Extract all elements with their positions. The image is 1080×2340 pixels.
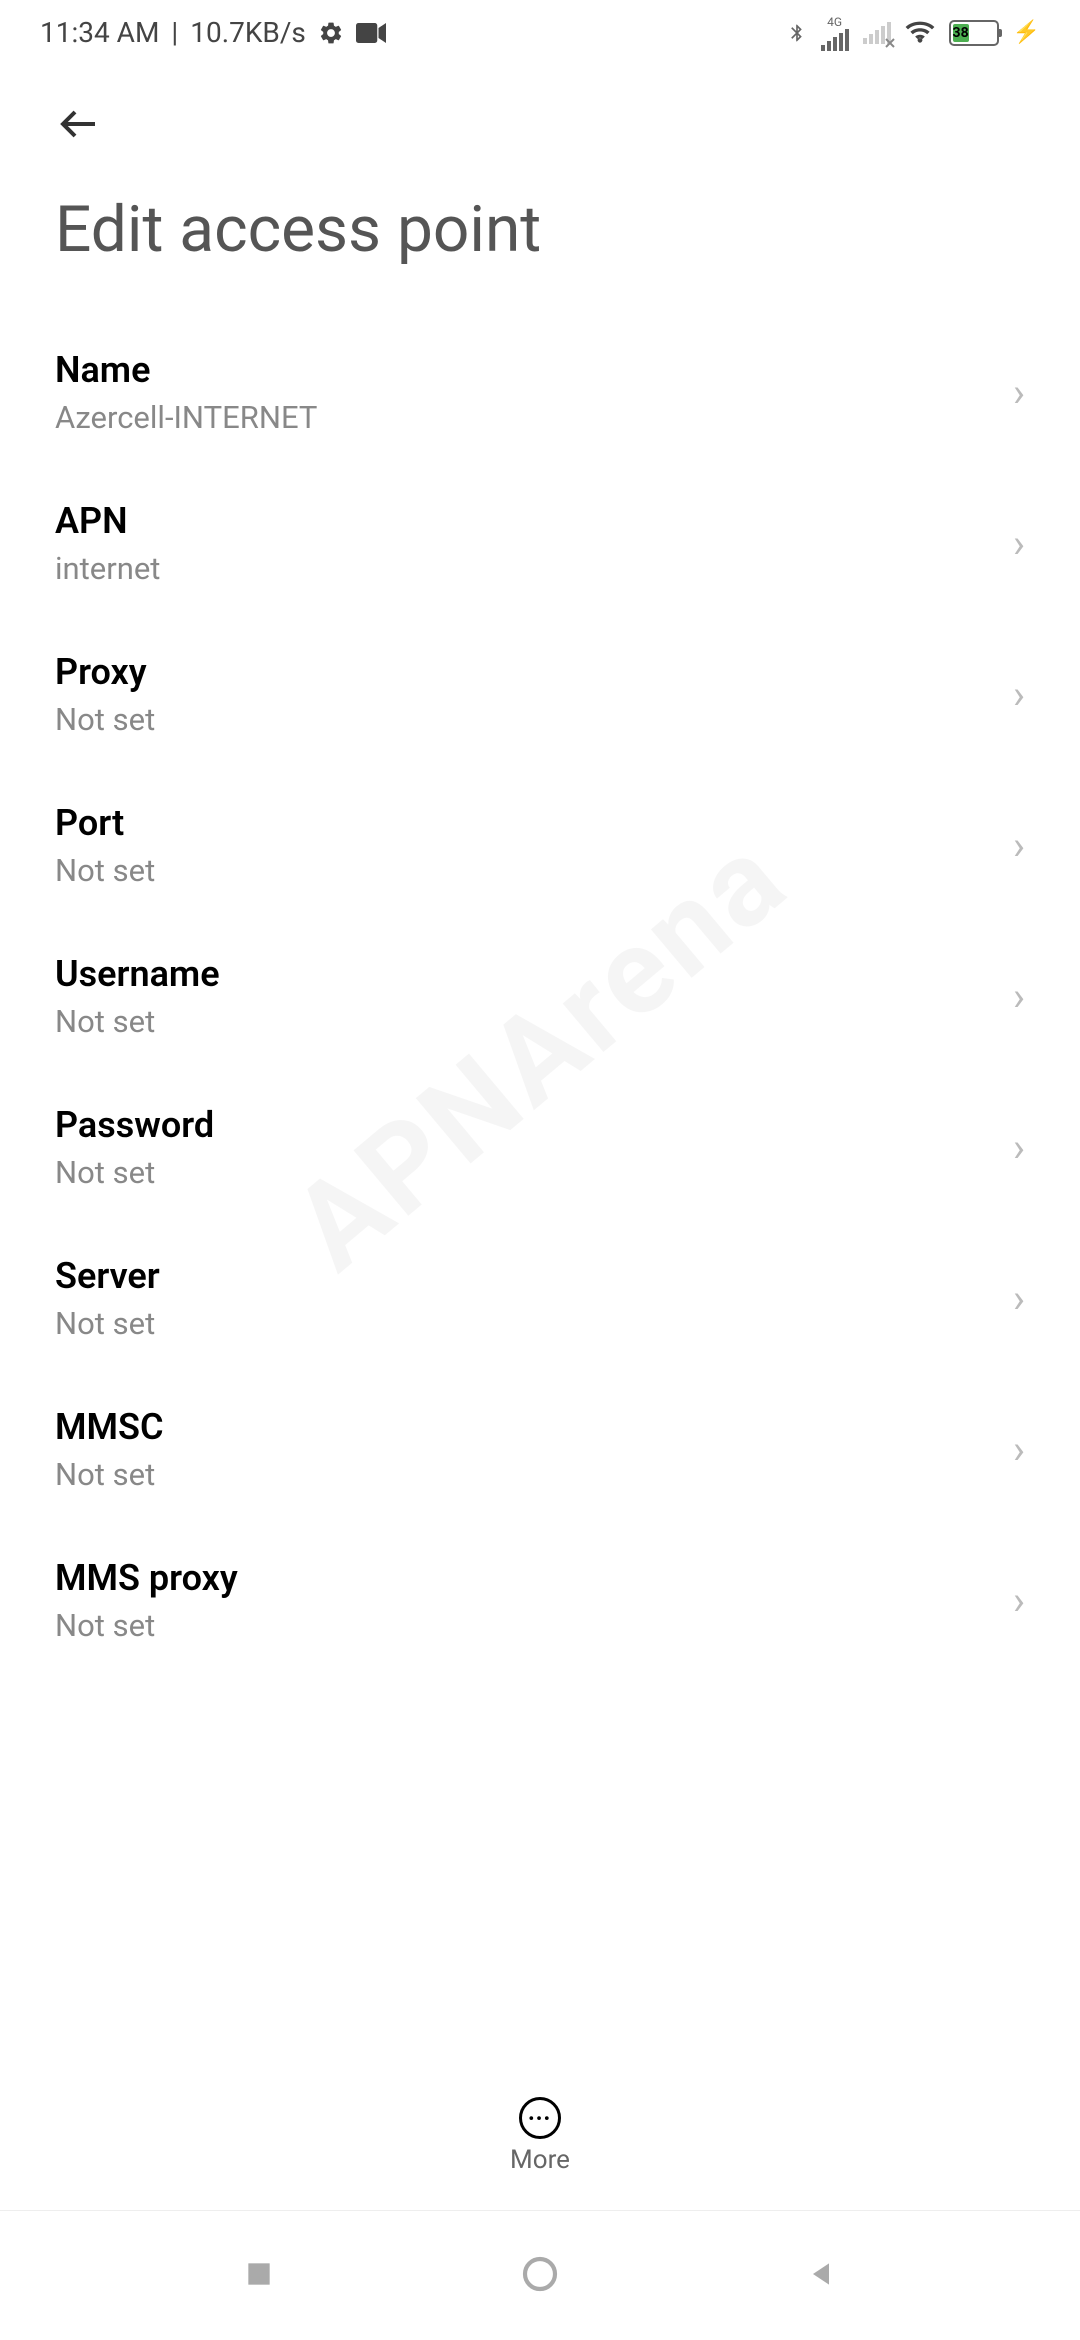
chevron-right-icon: › [1013, 1124, 1025, 1171]
setting-label: APN [55, 500, 1013, 542]
setting-item-apn[interactable]: APN internet › [0, 468, 1080, 619]
back-arrow-icon [55, 100, 103, 148]
setting-value: Not set [55, 1456, 1013, 1493]
chevron-right-icon: › [1013, 1426, 1025, 1473]
chevron-right-icon: › [1013, 671, 1025, 718]
wifi-icon [905, 21, 935, 45]
status-bar: 11:34 AM | 10.7KB/s 4G 38 ⚡ [0, 0, 1080, 65]
page-title: Edit access point [0, 162, 1080, 317]
chevron-right-icon: › [1013, 1275, 1025, 1322]
nav-recents-button[interactable] [243, 2258, 275, 2294]
setting-item-mms-proxy[interactable]: MMS proxy Not set › [0, 1525, 1080, 1676]
setting-label: Name [55, 349, 1013, 391]
setting-item-server[interactable]: Server Not set › [0, 1223, 1080, 1374]
setting-label: Proxy [55, 651, 1013, 693]
chevron-right-icon: › [1013, 822, 1025, 869]
setting-label: MMSC [55, 1406, 1013, 1448]
gear-icon [318, 20, 344, 46]
setting-value: Not set [55, 852, 1013, 889]
nav-home-button[interactable] [520, 2254, 560, 2298]
setting-item-username[interactable]: Username Not set › [0, 921, 1080, 1072]
setting-value: Not set [55, 1607, 1013, 1644]
status-left: 11:34 AM | 10.7KB/s [40, 16, 386, 49]
status-data-rate: 10.7KB/s [190, 16, 306, 49]
chevron-right-icon: › [1013, 520, 1025, 567]
setting-item-proxy[interactable]: Proxy Not set › [0, 619, 1080, 770]
setting-value: Not set [55, 1305, 1013, 1342]
chevron-right-icon: › [1013, 369, 1025, 416]
setting-item-password[interactable]: Password Not set › [0, 1072, 1080, 1223]
navigation-bar [0, 2210, 1080, 2340]
setting-value: Not set [55, 1003, 1013, 1040]
signal-icon [821, 29, 849, 51]
setting-label: Username [55, 953, 1013, 995]
setting-value: internet [55, 550, 1013, 587]
status-time: 11:34 AM [40, 16, 159, 49]
back-button[interactable] [0, 65, 1080, 162]
battery-icon: 38 [949, 20, 999, 46]
setting-value: Not set [55, 1154, 1013, 1191]
setting-value: Not set [55, 701, 1013, 738]
setting-item-name[interactable]: Name Azercell-INTERNET › [0, 317, 1080, 468]
more-label: More [510, 2145, 570, 2175]
nav-back-button[interactable] [805, 2258, 837, 2294]
status-right: 4G 38 ⚡ [787, 15, 1040, 51]
setting-label: Server [55, 1255, 1013, 1297]
setting-value: Azercell-INTERNET [55, 399, 1013, 436]
signal-icon-sim2 [863, 22, 891, 44]
setting-label: MMS proxy [55, 1557, 1013, 1599]
more-button[interactable]: ••• More [0, 2097, 1080, 2175]
chevron-right-icon: › [1013, 1577, 1025, 1624]
settings-list: Name Azercell-INTERNET › APN internet › … [0, 317, 1080, 1676]
bluetooth-icon [787, 19, 807, 47]
chevron-right-icon: › [1013, 973, 1025, 1020]
setting-label: Port [55, 802, 1013, 844]
setting-item-mmsc[interactable]: MMSC Not set › [0, 1374, 1080, 1525]
setting-item-port[interactable]: Port Not set › [0, 770, 1080, 921]
more-icon: ••• [519, 2097, 561, 2139]
setting-label: Password [55, 1104, 1013, 1146]
network-sim1: 4G [821, 15, 849, 51]
camera-icon [356, 23, 386, 43]
charging-icon: ⚡ [1013, 20, 1040, 45]
